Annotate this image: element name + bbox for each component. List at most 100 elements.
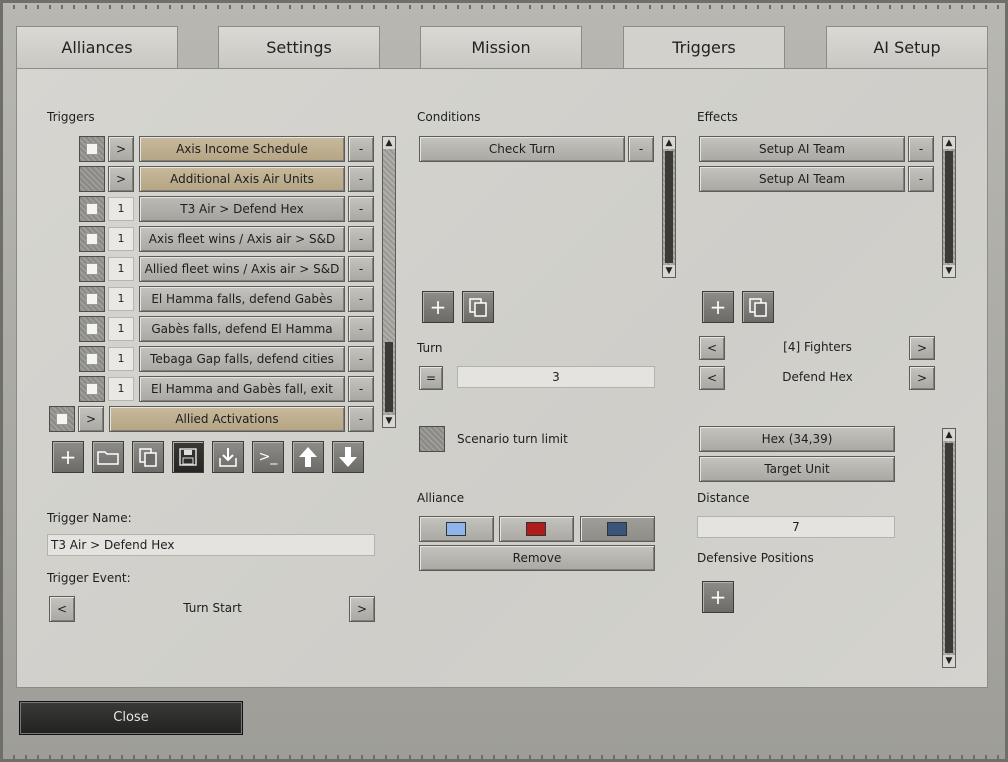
expand-button[interactable]: > bbox=[108, 136, 134, 162]
scroll-up-icon[interactable]: ▲ bbox=[663, 137, 675, 149]
turn-operator-button[interactable]: = bbox=[419, 366, 443, 390]
trigger-checkbox[interactable] bbox=[79, 376, 105, 402]
alliance-label: Alliance bbox=[417, 491, 465, 505]
triggers-scrollbar[interactable]: ▲ ▼ bbox=[382, 136, 396, 428]
trigger-checkbox[interactable] bbox=[79, 136, 105, 162]
scenario-turn-limit-checkbox[interactable] bbox=[419, 426, 445, 452]
plus-icon[interactable]: + bbox=[52, 441, 84, 473]
trigger-name-input[interactable]: T3 Air > Defend Hex bbox=[47, 534, 375, 556]
expand-button[interactable]: > bbox=[78, 406, 104, 432]
distance-label: Distance bbox=[697, 491, 750, 505]
arrow-up-icon[interactable] bbox=[292, 441, 324, 473]
trigger-item[interactable]: Additional Axis Air Units bbox=[139, 166, 345, 192]
expand-button[interactable]: > bbox=[108, 166, 134, 192]
scroll-up-icon[interactable]: ▲ bbox=[383, 137, 395, 149]
order-prev-button[interactable]: < bbox=[699, 366, 725, 390]
rivet-strip-bottom bbox=[3, 755, 1005, 759]
remove-trigger-button[interactable]: - bbox=[348, 376, 374, 402]
trigger-repeat-count: 1 bbox=[108, 377, 134, 401]
remove-trigger-button[interactable]: - bbox=[348, 346, 374, 372]
remove-trigger-button[interactable]: - bbox=[348, 136, 374, 162]
tab-ai-setup[interactable]: AI Setup bbox=[826, 26, 988, 68]
copy-condition-icon[interactable] bbox=[462, 291, 494, 323]
scroll-up-icon[interactable]: ▲ bbox=[943, 429, 955, 441]
hex-button[interactable]: Hex (34,39) bbox=[699, 426, 895, 452]
trigger-checkbox[interactable] bbox=[79, 346, 105, 372]
trigger-checkbox[interactable] bbox=[79, 316, 105, 342]
trigger-item-selected[interactable]: T3 Air > Defend Hex bbox=[139, 196, 345, 222]
folder-icon[interactable] bbox=[92, 441, 124, 473]
remove-trigger-button[interactable]: - bbox=[348, 166, 374, 192]
turn-value-input[interactable]: 3 bbox=[457, 366, 655, 388]
scroll-thumb[interactable] bbox=[385, 342, 393, 412]
event-prev-button[interactable]: < bbox=[49, 596, 75, 622]
scroll-down-icon[interactable]: ▼ bbox=[383, 415, 395, 427]
console-icon[interactable]: >_ bbox=[252, 441, 284, 473]
distance-input[interactable]: 7 bbox=[697, 516, 895, 538]
fighters-prev-button[interactable]: < bbox=[699, 336, 725, 360]
scroll-up-icon[interactable]: ▲ bbox=[943, 137, 955, 149]
order-next-button[interactable]: > bbox=[909, 366, 935, 390]
import-icon[interactable] bbox=[212, 441, 244, 473]
add-defensive-position-plus-icon[interactable]: + bbox=[702, 581, 734, 613]
scroll-down-icon[interactable]: ▼ bbox=[663, 265, 675, 277]
scroll-down-icon[interactable]: ▼ bbox=[943, 655, 955, 667]
remove-trigger-button[interactable]: - bbox=[348, 286, 374, 312]
trigger-item[interactable]: Gabès falls, defend El Hamma bbox=[139, 316, 345, 342]
turn-label: Turn bbox=[417, 341, 443, 355]
remove-effect-button[interactable]: - bbox=[908, 136, 934, 162]
trigger-item[interactable]: Tebaga Gap falls, defend cities bbox=[139, 346, 345, 372]
trigger-item[interactable]: Allied fleet wins / Axis air > S&D bbox=[139, 256, 345, 282]
trigger-checkbox[interactable] bbox=[49, 406, 75, 432]
add-effect-plus-icon[interactable]: + bbox=[702, 291, 734, 323]
remove-trigger-button[interactable]: - bbox=[348, 316, 374, 342]
scroll-thumb[interactable] bbox=[665, 151, 673, 263]
remove-effect-button[interactable]: - bbox=[908, 166, 934, 192]
fighters-value: [4] Fighters bbox=[783, 340, 852, 354]
effect-item[interactable]: Setup AI Team bbox=[699, 166, 905, 192]
trigger-item[interactable]: El Hamma and Gabès fall, exit bbox=[139, 376, 345, 402]
trigger-checkbox[interactable] bbox=[79, 286, 105, 312]
scroll-thumb[interactable] bbox=[945, 151, 953, 263]
copy-icon[interactable] bbox=[132, 441, 164, 473]
copy-effect-icon[interactable] bbox=[742, 291, 774, 323]
trigger-name-label: Trigger Name: bbox=[47, 511, 132, 525]
trigger-item[interactable]: Axis Income Schedule bbox=[139, 136, 345, 162]
alliance-light-blue-button[interactable] bbox=[419, 516, 494, 542]
scroll-down-icon[interactable]: ▼ bbox=[943, 265, 955, 277]
conditions-scrollbar[interactable]: ▲ ▼ bbox=[662, 136, 676, 278]
remove-condition-button[interactable]: - bbox=[628, 136, 654, 162]
close-button[interactable]: Close bbox=[19, 701, 243, 735]
remove-trigger-button[interactable]: - bbox=[348, 196, 374, 222]
trigger-item[interactable]: El Hamma falls, defend Gabès bbox=[139, 286, 345, 312]
arrow-down-icon[interactable] bbox=[332, 441, 364, 473]
tab-alliances[interactable]: Alliances bbox=[16, 26, 178, 68]
trigger-checkbox[interactable] bbox=[79, 256, 105, 282]
target-unit-button[interactable]: Target Unit bbox=[699, 456, 895, 482]
triggers-heading: Triggers bbox=[47, 110, 95, 124]
scroll-thumb[interactable] bbox=[945, 443, 953, 653]
tab-settings[interactable]: Settings bbox=[218, 26, 380, 68]
trigger-repeat-count: 1 bbox=[108, 317, 134, 341]
fighters-next-button[interactable]: > bbox=[909, 336, 935, 360]
trigger-checkbox[interactable] bbox=[79, 226, 105, 252]
alliance-red-button[interactable] bbox=[499, 516, 574, 542]
remove-trigger-button[interactable]: - bbox=[348, 226, 374, 252]
save-icon[interactable] bbox=[172, 441, 204, 473]
add-condition-plus-icon[interactable]: + bbox=[422, 291, 454, 323]
remove-alliance-button[interactable]: Remove bbox=[419, 545, 655, 571]
trigger-item[interactable]: Allied Activations bbox=[109, 406, 345, 432]
trigger-checkbox[interactable] bbox=[79, 166, 105, 192]
trigger-item[interactable]: Axis fleet wins / Axis air > S&D bbox=[139, 226, 345, 252]
tab-mission[interactable]: Mission bbox=[420, 26, 582, 68]
effect-item[interactable]: Setup AI Team bbox=[699, 136, 905, 162]
condition-item[interactable]: Check Turn bbox=[419, 136, 625, 162]
remove-trigger-button[interactable]: - bbox=[348, 256, 374, 282]
tab-triggers[interactable]: Triggers bbox=[623, 26, 785, 70]
remove-trigger-button[interactable]: - bbox=[348, 406, 374, 432]
defensive-positions-scrollbar[interactable]: ▲ ▼ bbox=[942, 428, 956, 668]
effects-scrollbar[interactable]: ▲ ▼ bbox=[942, 136, 956, 278]
alliance-navy-button[interactable] bbox=[580, 516, 655, 542]
event-next-button[interactable]: > bbox=[349, 596, 375, 622]
trigger-checkbox[interactable] bbox=[79, 196, 105, 222]
